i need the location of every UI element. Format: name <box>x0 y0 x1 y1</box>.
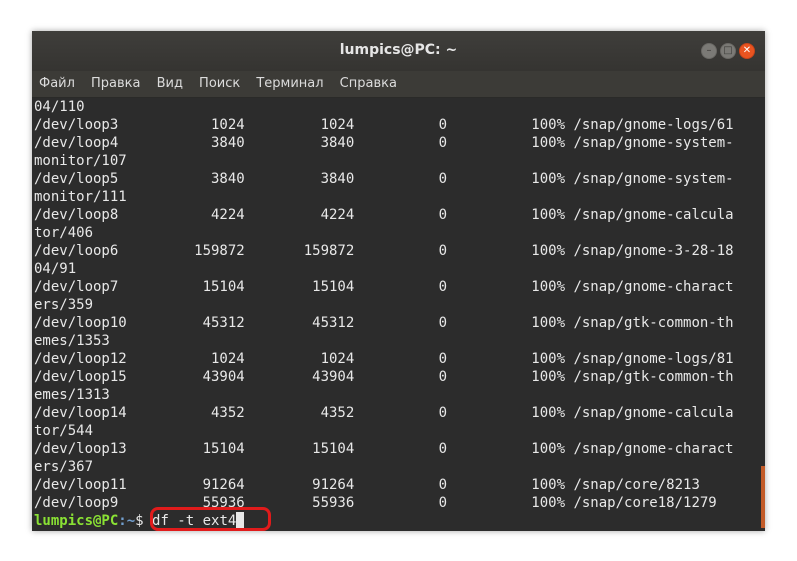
window-title: lumpics@PC: ~ <box>339 42 458 58</box>
menu-view[interactable]: Вид <box>157 76 183 91</box>
output-line: 04/91 <box>34 261 77 277</box>
menu-search[interactable]: Поиск <box>199 76 240 91</box>
scrollbar-thumb[interactable] <box>761 466 765 528</box>
output-line: ers/359 <box>34 297 94 313</box>
terminal-output[interactable]: 04/110 /dev/loop3 1024 1024 0 100% /snap… <box>32 98 765 531</box>
prompt-user-host: lumpics@PC <box>34 513 119 529</box>
menu-help[interactable]: Справка <box>340 76 397 91</box>
output-line: /dev/loop8 4224 4224 0 100% /snap/gnome-… <box>34 207 734 223</box>
output-line: /dev/loop10 45312 45312 0 100% /snap/gtk… <box>34 315 734 331</box>
output-line: monitor/111 <box>34 189 127 205</box>
output-line: /dev/loop7 15104 15104 0 100% /snap/gnom… <box>34 279 734 295</box>
output-line: /dev/loop15 43904 43904 0 100% /snap/gtk… <box>34 369 734 385</box>
output-line: /dev/loop6 159872 159872 0 100% /snap/gn… <box>34 243 734 259</box>
output-line: emes/1313 <box>34 387 110 403</box>
menu-terminal[interactable]: Терминал <box>256 76 323 91</box>
scrollbar[interactable] <box>761 98 765 531</box>
menu-file[interactable]: Файл <box>39 76 75 91</box>
minimize-icon[interactable]: – <box>701 43 717 59</box>
output-line: /dev/loop14 4352 4352 0 100% /snap/gnome… <box>34 405 734 421</box>
output-line: 04/110 <box>34 99 85 115</box>
menu-bar: Файл Правка Вид Поиск Терминал Справка <box>32 71 765 98</box>
output-line: emes/1353 <box>34 333 110 349</box>
command-highlight <box>150 507 271 531</box>
output-line: tor/406 <box>34 225 94 241</box>
output-line: /dev/loop13 15104 15104 0 100% /snap/gno… <box>34 441 734 457</box>
output-line: /dev/loop11 91264 91264 0 100% /snap/cor… <box>34 477 700 493</box>
prompt-path: :~ <box>118 513 136 529</box>
menu-edit[interactable]: Правка <box>91 76 140 91</box>
output-line: tor/544 <box>34 423 94 439</box>
output-line: /dev/loop5 3840 3840 0 100% /snap/gnome-… <box>34 171 734 187</box>
output-line: ers/367 <box>34 459 94 475</box>
output-line: monitor/107 <box>34 153 127 169</box>
terminal-window: lumpics@PC: ~ – □ ✕ Файл Правка Вид Поис… <box>32 31 765 531</box>
output-line: /dev/loop12 1024 1024 0 100% /snap/gnome… <box>34 351 734 367</box>
output-line: /dev/loop4 3840 3840 0 100% /snap/gnome-… <box>34 135 734 151</box>
title-bar[interactable]: lumpics@PC: ~ – □ ✕ <box>32 31 765 71</box>
close-icon[interactable]: ✕ <box>739 43 755 59</box>
output-line: /dev/loop9 55936 55936 0 100% /snap/core… <box>34 495 717 511</box>
output-line: /dev/loop3 1024 1024 0 100% /snap/gnome-… <box>34 117 734 133</box>
maximize-icon[interactable]: □ <box>720 43 736 59</box>
